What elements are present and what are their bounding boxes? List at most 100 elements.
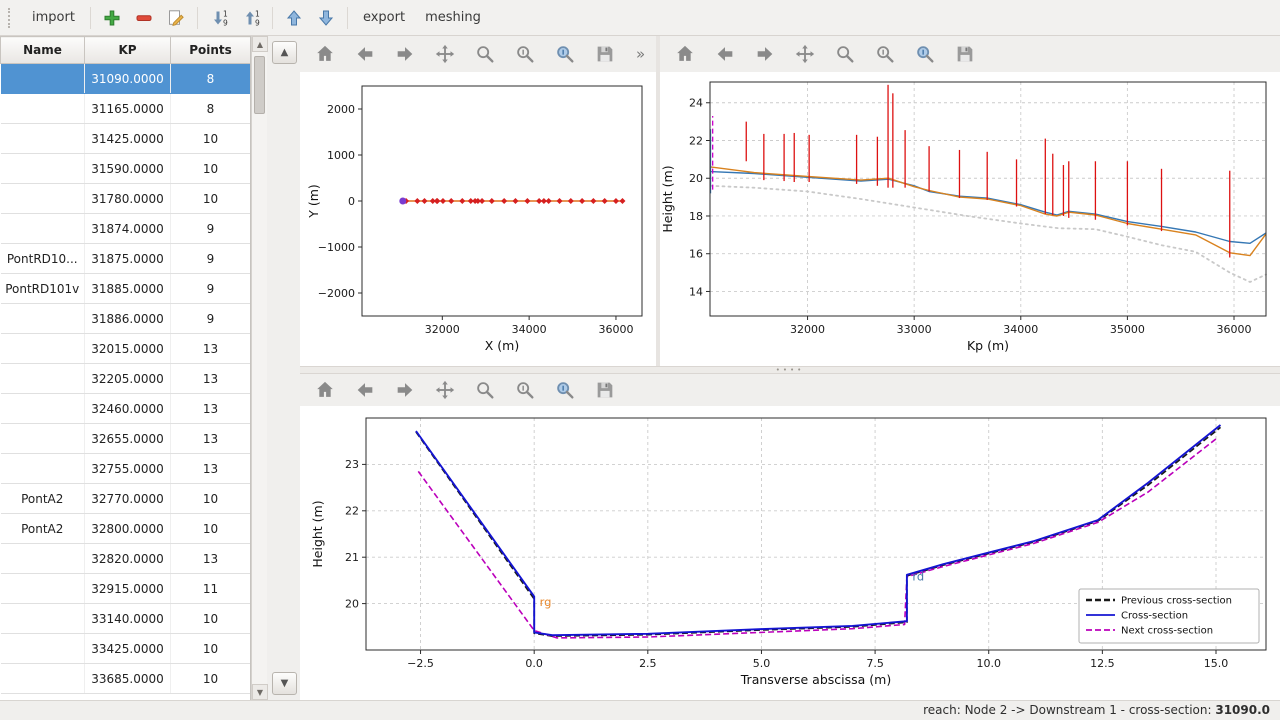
export-button[interactable]: export [354, 6, 414, 29]
table-cell[interactable]: 10 [171, 484, 251, 514]
back-button[interactable] [352, 41, 378, 67]
table-cell[interactable]: 31590.0000 [85, 154, 171, 184]
table-row[interactable]: 32655.000013 [1, 424, 251, 454]
table-cell[interactable]: 10 [171, 514, 251, 544]
table-row[interactable]: 32755.000013 [1, 454, 251, 484]
toolbar-overflow-button[interactable]: » [636, 45, 645, 63]
table-cell[interactable]: 32770.0000 [85, 484, 171, 514]
horizontal-splitter[interactable]: •••• [300, 366, 1280, 374]
table-cell[interactable]: 10 [171, 154, 251, 184]
splitter-handle[interactable]: •••• [776, 368, 805, 372]
pan-button[interactable] [432, 41, 458, 67]
table-row[interactable]: 31874.00009 [1, 214, 251, 244]
sort-descending-button[interactable]: 19 [204, 4, 234, 32]
forward-button[interactable] [752, 41, 778, 67]
column-header-points[interactable]: Points [171, 37, 251, 64]
table-cell[interactable]: 13 [171, 454, 251, 484]
table-cell[interactable]: PontRD101v [1, 274, 85, 304]
table-cell[interactable]: 13 [171, 364, 251, 394]
table-cell[interactable] [1, 304, 85, 334]
table-row[interactable]: 32915.000011 [1, 574, 251, 604]
table-cell[interactable]: 13 [171, 334, 251, 364]
table-cell[interactable]: PontA2 [1, 514, 85, 544]
table-cell[interactable]: 32915.0000 [85, 574, 171, 604]
panel-down-button[interactable]: ▼ [272, 672, 297, 695]
table-cell[interactable]: 33685.0000 [85, 664, 171, 694]
table-cell[interactable]: PontA2 [1, 484, 85, 514]
home-button[interactable] [672, 41, 698, 67]
table-row[interactable]: 33685.000010 [1, 664, 251, 694]
table-cell[interactable]: 10 [171, 664, 251, 694]
subplots-button[interactable] [512, 41, 538, 67]
table-cell[interactable] [1, 124, 85, 154]
move-section-down-button[interactable] [311, 4, 341, 32]
table-row[interactable]: PontRD101v31885.00009 [1, 274, 251, 304]
save-button[interactable] [952, 41, 978, 67]
cross-section-figure[interactable]: −2.50.02.55.07.510.012.515.020212223Tran… [300, 406, 1280, 696]
pan-button[interactable] [792, 41, 818, 67]
save-button[interactable] [592, 41, 618, 67]
customize-button[interactable] [552, 41, 578, 67]
back-button[interactable] [352, 377, 378, 403]
table-cell[interactable] [1, 364, 85, 394]
profile-figure[interactable]: 3200033000340003500036000141618202224Kp … [660, 72, 1280, 362]
meshing-button[interactable]: meshing [416, 6, 490, 29]
table-row[interactable]: 31886.00009 [1, 304, 251, 334]
zoom-button[interactable] [832, 41, 858, 67]
table-cell[interactable] [1, 394, 85, 424]
back-button[interactable] [712, 41, 738, 67]
table-cell[interactable]: 32755.0000 [85, 454, 171, 484]
toolbar-handle[interactable] [8, 8, 13, 28]
table-cell[interactable]: 31780.0000 [85, 184, 171, 214]
table-cell[interactable] [1, 634, 85, 664]
table-cell[interactable]: 31874.0000 [85, 214, 171, 244]
trajectory-figure[interactable]: 320003400036000−2000−1000010002000X (m)Y… [300, 72, 656, 362]
table-cell[interactable]: 32205.0000 [85, 364, 171, 394]
table-row[interactable]: PontRD10...31875.00009 [1, 244, 251, 274]
table-cell[interactable]: 32015.0000 [85, 334, 171, 364]
table-row[interactable]: 31090.00008 [1, 64, 251, 94]
table-row[interactable]: 32460.000013 [1, 394, 251, 424]
table-cell[interactable]: 32655.0000 [85, 424, 171, 454]
table-cell[interactable]: 9 [171, 274, 251, 304]
table-cell[interactable]: 33425.0000 [85, 634, 171, 664]
panel-up-button[interactable]: ▲ [272, 41, 297, 64]
edit-section-button[interactable] [161, 4, 191, 32]
table-cell[interactable] [1, 544, 85, 574]
home-button[interactable] [312, 377, 338, 403]
forward-button[interactable] [392, 41, 418, 67]
table-cell[interactable]: 9 [171, 244, 251, 274]
table-cell[interactable]: 9 [171, 304, 251, 334]
add-section-button[interactable] [97, 4, 127, 32]
table-cell[interactable]: 11 [171, 574, 251, 604]
table-cell[interactable]: 8 [171, 94, 251, 124]
table-cell[interactable] [1, 334, 85, 364]
zoom-button[interactable] [472, 377, 498, 403]
table-cell[interactable]: 13 [171, 424, 251, 454]
table-cell[interactable]: 31886.0000 [85, 304, 171, 334]
table-cell[interactable]: 32460.0000 [85, 394, 171, 424]
table-cell[interactable]: 32820.0000 [85, 544, 171, 574]
column-header-kp[interactable]: KP [85, 37, 171, 64]
table-cell[interactable] [1, 184, 85, 214]
table-row[interactable]: 33140.000010 [1, 604, 251, 634]
table-cell[interactable] [1, 424, 85, 454]
table-cell[interactable] [1, 214, 85, 244]
import-button[interactable]: import [23, 6, 84, 29]
sort-ascending-button[interactable]: 19 [236, 4, 266, 32]
table-cell[interactable]: 32800.0000 [85, 514, 171, 544]
table-cell[interactable] [1, 664, 85, 694]
table-cell[interactable]: 31875.0000 [85, 244, 171, 274]
table-cell[interactable]: 10 [171, 184, 251, 214]
table-cell[interactable]: 13 [171, 394, 251, 424]
pan-button[interactable] [432, 377, 458, 403]
table-cell[interactable]: 31165.0000 [85, 94, 171, 124]
table-cell[interactable]: 10 [171, 604, 251, 634]
table-cell[interactable] [1, 94, 85, 124]
scroll-down-button[interactable]: ▼ [252, 684, 268, 700]
zoom-button[interactable] [472, 41, 498, 67]
column-header-name[interactable]: Name [1, 37, 85, 64]
table-cell[interactable] [1, 64, 85, 94]
table-cell[interactable] [1, 454, 85, 484]
table-cell[interactable]: 33140.0000 [85, 604, 171, 634]
